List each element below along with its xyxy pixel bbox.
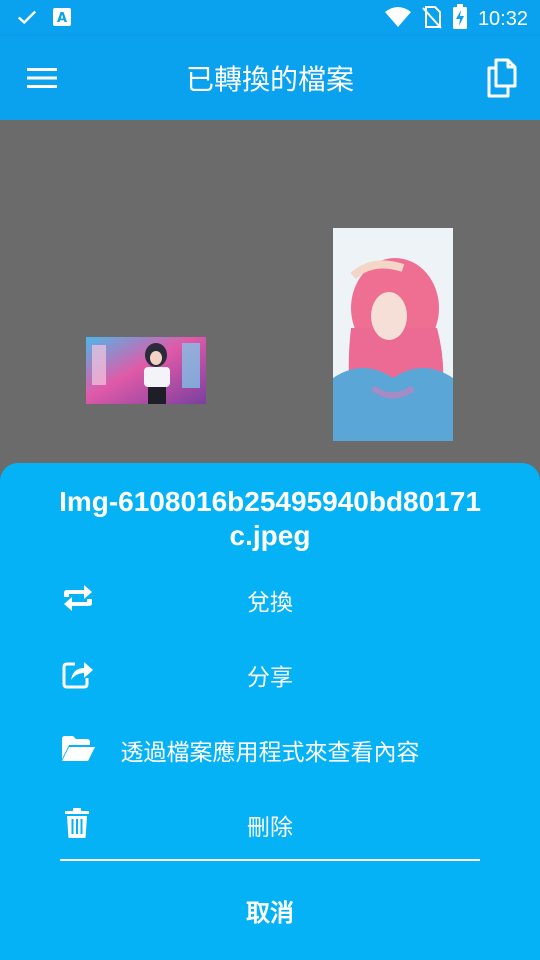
divider	[60, 859, 480, 861]
open-in-files-label: 透過檔案應用程式來查看內容	[120, 740, 420, 766]
app-bar: 已轉換的檔案	[0, 36, 540, 120]
open-in-files-action[interactable]: 透過檔案應用程式來查看內容	[0, 713, 540, 783]
app-notification-icon: A	[52, 7, 72, 31]
share-label: 分享	[247, 665, 293, 691]
check-icon	[16, 6, 38, 32]
cancel-label: 取消	[246, 899, 294, 927]
cancel-button[interactable]: 取消	[0, 867, 540, 947]
delete-label: 刪除	[247, 815, 293, 841]
file-actions-bottom-sheet: Img-6108016b25495940bd80171c.jpeg 兌換 分享 …	[0, 463, 540, 960]
convert-action[interactable]: 兌換	[0, 563, 540, 633]
no-sim-icon	[422, 5, 442, 33]
copy-files-icon[interactable]	[482, 56, 522, 100]
svg-text:A: A	[57, 11, 67, 26]
file-name: Img-6108016b25495940bd80171c.jpeg	[59, 486, 481, 551]
converted-files-area	[0, 120, 540, 480]
image-thumbnail-2[interactable]	[333, 228, 453, 441]
page-title: 已轉換的檔案	[185, 63, 354, 96]
status-bar: A 10:32	[0, 0, 540, 36]
battery-charging-icon	[452, 4, 468, 34]
image-thumbnail-1[interactable]	[86, 337, 206, 404]
wifi-icon	[384, 5, 412, 33]
status-time: 10:32	[477, 7, 528, 30]
share-action[interactable]: 分享	[0, 638, 540, 708]
delete-action[interactable]: 刪除	[0, 788, 540, 858]
convert-label: 兌換	[247, 590, 293, 616]
